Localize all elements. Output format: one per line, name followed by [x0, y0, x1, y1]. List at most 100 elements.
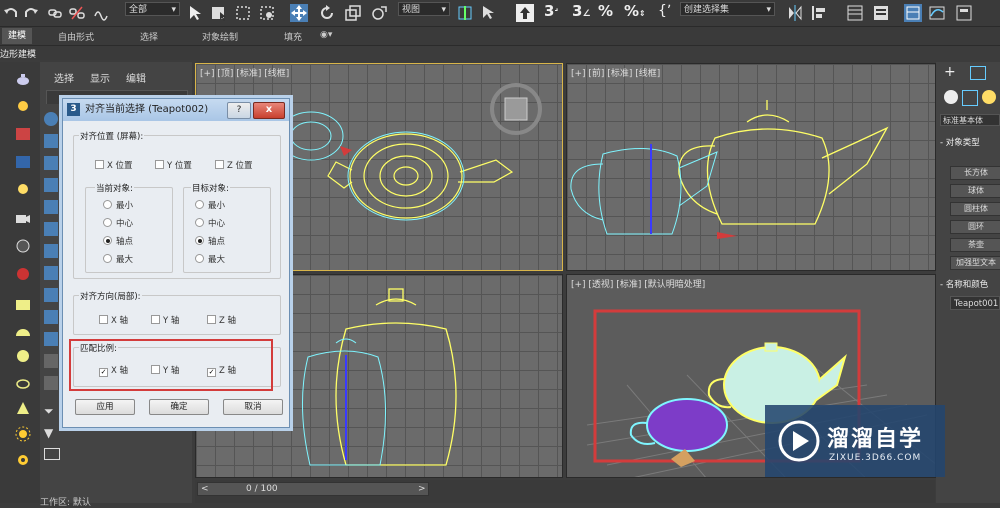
primitive-type-dropdown[interactable]: 标准基本体 — [940, 114, 1000, 126]
target-center-radio[interactable]: 中心 — [195, 217, 225, 229]
mirror-icon[interactable] — [786, 4, 804, 22]
target-pivot-radio[interactable]: 轴点 — [195, 235, 225, 247]
box-shape-icon[interactable] — [14, 298, 32, 312]
named-selection-dropdown[interactable]: 创建选择集 ▾ — [680, 2, 775, 16]
workspace-label[interactable]: 工作区: 默认 — [40, 495, 91, 508]
object-name-field[interactable]: Teapot001 — [950, 296, 1000, 310]
x-position-checkbox[interactable]: X 位置 — [95, 159, 133, 171]
camera-list-icon[interactable] — [14, 126, 32, 142]
next-frame-icon[interactable]: > — [418, 483, 426, 495]
viewport-front-label[interactable]: [+] [前] [标准] [线框] — [571, 66, 660, 79]
filter-list-icon[interactable] — [14, 154, 32, 170]
current-pivot-radio[interactable]: 轴点 — [103, 235, 133, 247]
scale-icon[interactable] — [344, 4, 362, 22]
explorer-menu-edit[interactable]: 编辑 — [126, 70, 146, 85]
angle-snap-button[interactable]: 3∠ — [572, 2, 591, 20]
hemisphere-icon[interactable] — [14, 324, 32, 338]
edit-named-selection-icon[interactable]: {ʼ — [658, 3, 671, 19]
select-by-name-icon[interactable] — [210, 4, 228, 22]
tab-object-paint[interactable]: 对象绘制 — [202, 30, 238, 43]
close-button[interactable]: x — [253, 102, 285, 119]
select-object-icon[interactable] — [186, 4, 204, 22]
time-slider[interactable]: < 0 / 100 > — [197, 482, 429, 496]
spacewarp-icon[interactable] — [14, 266, 32, 282]
filter-cameras-icon[interactable] — [44, 178, 58, 192]
teapot-icon[interactable] — [14, 72, 32, 86]
filter-containers-icon[interactable] — [44, 332, 58, 346]
layer-explorer-icon[interactable] — [846, 4, 864, 22]
rect-selection-icon[interactable] — [234, 4, 252, 22]
geometry-icon[interactable] — [944, 90, 958, 104]
target-min-radio[interactable]: 最小 — [195, 199, 225, 211]
tab-freeform[interactable]: 自由形式 — [58, 30, 94, 43]
link-icon[interactable] — [46, 4, 64, 22]
filter-particles-icon[interactable] — [44, 310, 58, 324]
teapot-button[interactable]: 茶壶 — [950, 238, 1000, 252]
filter-none-icon[interactable] — [44, 376, 58, 390]
schematic-view-icon[interactable] — [955, 4, 973, 22]
pivot-center-icon[interactable] — [456, 4, 474, 22]
sphere-icon[interactable] — [14, 348, 32, 364]
prev-frame-icon[interactable]: < — [201, 483, 209, 495]
toggle-ribbon-icon[interactable] — [872, 4, 890, 22]
z-position-checkbox[interactable]: Z 位置 — [215, 159, 253, 171]
funnel-icon[interactable]: ▼ — [44, 426, 58, 440]
cancel-button[interactable]: 取消 — [223, 399, 283, 415]
window-crossing-icon[interactable] — [258, 4, 276, 22]
camera-icon[interactable] — [14, 210, 32, 226]
target-max-radio[interactable]: 最大 — [195, 253, 225, 265]
viewport-front[interactable]: [+] [前] [标准] [线框] — [566, 63, 936, 271]
lights-icon[interactable] — [982, 90, 996, 104]
light-icon[interactable] — [14, 98, 32, 114]
apply-button[interactable]: 应用 — [75, 399, 135, 415]
ok-button[interactable]: 确定 — [149, 399, 209, 415]
ref-coord-dropdown[interactable]: 视图 ▾ — [398, 2, 450, 16]
filter-all-icon[interactable] — [44, 354, 58, 368]
percent-snap-button[interactable]: % — [598, 2, 613, 20]
sun-icon[interactable] — [14, 426, 32, 442]
tab-selection[interactable]: 选择 — [140, 30, 158, 43]
filter-warps-icon[interactable] — [44, 222, 58, 236]
shapes-icon[interactable] — [962, 90, 978, 106]
bulb-icon[interactable] — [14, 182, 32, 198]
cone-icon[interactable] — [14, 400, 32, 416]
explorer-menu-display[interactable]: 显示 — [90, 70, 110, 85]
current-max-radio[interactable]: 最大 — [103, 253, 133, 265]
orient-x-checkbox[interactable]: X 轴 — [99, 314, 128, 326]
helper-icon[interactable] — [14, 238, 32, 254]
torus-button[interactable]: 圆环 — [950, 220, 1000, 234]
help-button[interactable]: ? — [227, 102, 251, 119]
filter-groups-icon[interactable] — [44, 244, 58, 258]
filter-helpers-icon[interactable] — [44, 200, 58, 214]
filter-lights-icon[interactable] — [44, 156, 58, 170]
curve-editor-icon[interactable] — [928, 4, 946, 22]
tab-modeling[interactable]: 建模 — [2, 28, 33, 44]
filter-shapes-icon[interactable] — [44, 134, 58, 148]
keyboard-shortcut-icon[interactable] — [516, 4, 534, 22]
current-min-radio[interactable]: 最小 — [103, 199, 133, 211]
bind-spacewarp-icon[interactable] — [92, 4, 110, 22]
dialog-titlebar[interactable]: 3 对齐当前选择 (Teapot002) ? x — [63, 99, 289, 121]
unlink-icon[interactable] — [68, 4, 86, 22]
gear-icon[interactable] — [14, 452, 32, 468]
selection-filter-dropdown[interactable]: 全部 ▾ — [125, 2, 180, 16]
current-center-radio[interactable]: 中心 — [103, 217, 133, 229]
rotate-icon[interactable] — [318, 4, 336, 22]
cylinder-button[interactable]: 圆柱体 — [950, 202, 1000, 216]
move-icon[interactable] — [290, 4, 308, 22]
filter-xrefs-icon[interactable] — [44, 266, 58, 280]
redo-icon[interactable] — [22, 4, 40, 22]
box-button[interactable]: 长方体 — [950, 166, 1000, 180]
orient-z-checkbox[interactable]: Z 轴 — [207, 314, 236, 326]
select-manipulate-icon[interactable] — [480, 4, 498, 22]
teapot-shape-icon[interactable] — [14, 374, 32, 390]
layer-icon[interactable] — [44, 448, 60, 460]
scene-explorer-icon[interactable] — [904, 4, 922, 22]
textplus-button[interactable]: 加强型文本 — [950, 256, 1000, 270]
snap-toggle-button[interactable]: 3⌟ — [544, 2, 558, 20]
name-color-rollout[interactable]: - 名称和颜色 — [940, 278, 988, 290]
ribbon-options-icon[interactable]: ◉▾ — [320, 30, 332, 40]
tab-populate[interactable]: 填充 — [284, 30, 302, 43]
placement-icon[interactable] — [370, 4, 388, 22]
modify-tab-icon[interactable] — [970, 66, 986, 80]
